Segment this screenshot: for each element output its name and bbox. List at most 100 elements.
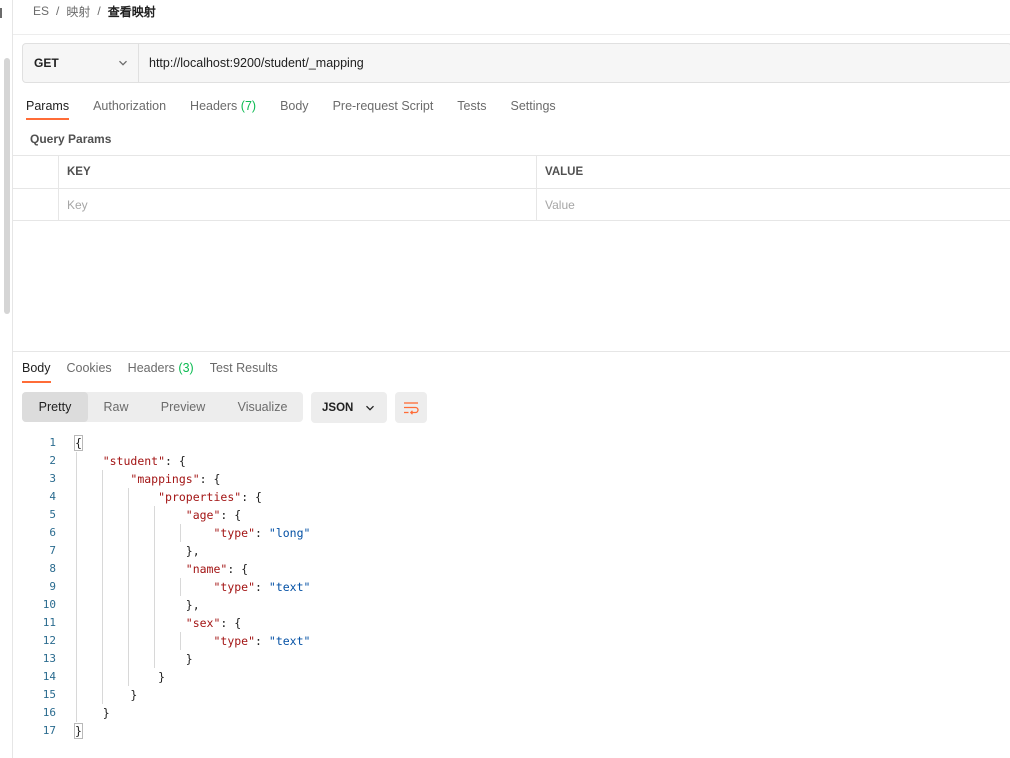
line-number: 11 [42, 616, 56, 629]
code-line: 16 } [22, 704, 1002, 722]
tab-label: Params [26, 99, 70, 113]
tab-label: Test Results [209, 361, 278, 375]
json-key: "student" [102, 454, 166, 468]
view-mode-selector: Pretty Raw Preview Visualize [22, 392, 303, 422]
column-header-value: VALUE [545, 166, 584, 178]
tab-response-headers[interactable]: Headers (3) [128, 359, 194, 383]
line-number: 12 [42, 634, 56, 647]
format-label: JSON [322, 401, 354, 414]
breadcrumb-current[interactable]: 查看映射 [108, 3, 156, 20]
row-handle [13, 156, 59, 188]
line-number: 16 [42, 706, 56, 719]
code-line: 15 } [22, 686, 1002, 704]
view-preview-button[interactable]: Preview [144, 392, 222, 422]
json-key: "age" [185, 508, 221, 522]
table-row: Key Value [13, 188, 1010, 221]
code-line: 11 "sex": { [22, 614, 1002, 632]
method-select[interactable]: GET [23, 44, 139, 82]
tab-body[interactable]: Body [280, 96, 309, 120]
view-visualize-button[interactable]: Visualize [222, 392, 303, 422]
code-line: 17} [22, 722, 1002, 740]
line-number: 6 [49, 526, 56, 539]
code-line: 12 "type": "text" [22, 632, 1002, 650]
breadcrumb-folder[interactable]: 映射 [66, 3, 90, 20]
breadcrumb: ES / 映射 / 查看映射 [33, 2, 156, 20]
response-tabs: Body Cookies Headers (3) Test Results [22, 359, 294, 385]
line-number: 4 [49, 490, 56, 503]
tab-params[interactable]: Params [26, 96, 70, 120]
query-params-title: Query Params [30, 132, 112, 146]
format-select[interactable]: JSON [311, 392, 387, 423]
json-key: "sex" [185, 616, 221, 630]
code-line: 2 "student": { [22, 452, 1002, 470]
line-number: 15 [42, 688, 56, 701]
json-brace: } [74, 723, 83, 739]
request-tabs: Params Authorization Headers (7) Body Pr… [26, 96, 580, 124]
tab-response-body[interactable]: Body [22, 359, 51, 383]
tab-headers[interactable]: Headers (7) [190, 96, 256, 120]
json-key: "type" [213, 634, 256, 648]
tab-pre-request-script[interactable]: Pre-request Script [333, 96, 434, 120]
json-string: "text" [268, 634, 311, 648]
code-line: 8 "name": { [22, 560, 1002, 578]
code-line: 10 }, [22, 596, 1002, 614]
column-header-key: KEY [59, 156, 537, 188]
request-url-bar: GET http://localhost:9200/student/_mappi… [22, 43, 1010, 83]
code-line: 14 } [22, 668, 1002, 686]
json-string: "long" [268, 526, 311, 540]
line-number: 10 [42, 598, 56, 611]
json-brace: { [74, 435, 83, 451]
line-number: 13 [42, 652, 56, 665]
line-number: 17 [42, 724, 56, 737]
param-key-input[interactable]: Key [59, 189, 537, 220]
tab-cookies[interactable]: Cookies [67, 359, 112, 383]
tab-test-results[interactable]: Test Results [210, 359, 278, 383]
line-number: 9 [49, 580, 56, 593]
code-line: 9 "type": "text" [22, 578, 1002, 596]
response-divider[interactable] [13, 351, 1010, 352]
line-number: 8 [49, 562, 56, 575]
breadcrumb-root[interactable]: ES [33, 4, 49, 18]
wrap-lines-icon [404, 401, 419, 415]
url-input[interactable]: http://localhost:9200/student/_mapping [139, 56, 364, 70]
code-line: 1{ [22, 434, 1002, 452]
tab-label: Headers [127, 361, 175, 375]
line-number: 3 [49, 472, 56, 485]
tab-label: Body [22, 361, 51, 375]
json-key: "name" [185, 562, 228, 576]
breadcrumb-separator: / [97, 4, 101, 18]
code-line: 3 "mappings": { [22, 470, 1002, 488]
row-handle [13, 189, 59, 220]
line-number: 1 [49, 436, 56, 449]
param-value-input[interactable]: Value [537, 189, 1010, 220]
header-divider [13, 34, 1010, 35]
json-key: "properties" [158, 490, 242, 504]
tab-label: Body [280, 99, 309, 113]
line-number: 5 [49, 508, 56, 521]
tab-tests[interactable]: Tests [457, 96, 486, 120]
line-number: 14 [42, 670, 56, 683]
chevron-down-icon [119, 60, 127, 66]
code-line: 5 "age": { [22, 506, 1002, 524]
view-raw-button[interactable]: Raw [88, 392, 144, 422]
json-key: "type" [213, 580, 256, 594]
json-string: "text" [268, 580, 311, 594]
panel-divider [12, 0, 13, 758]
tab-label: Cookies [66, 361, 112, 375]
code-line: 4 "properties": { [22, 488, 1002, 506]
tab-label: Headers [190, 99, 238, 113]
left-gutter [0, 0, 12, 758]
wrap-lines-button[interactable] [395, 392, 427, 423]
tab-label: Authorization [93, 99, 167, 113]
code-line: 13 } [22, 650, 1002, 668]
headers-count: (3) [178, 361, 194, 375]
line-number: 7 [49, 544, 56, 557]
tab-label: Settings [510, 99, 556, 113]
line-number: 2 [49, 454, 56, 467]
tab-settings[interactable]: Settings [510, 96, 555, 120]
response-body-code[interactable]: 1{ 2 "student": { 3 "mappings": { 4 "pro… [22, 434, 1002, 740]
scrollbar-thumb[interactable] [4, 58, 10, 314]
method-label: GET [34, 56, 59, 70]
tab-authorization[interactable]: Authorization [93, 96, 166, 120]
view-pretty-button[interactable]: Pretty [22, 392, 88, 422]
